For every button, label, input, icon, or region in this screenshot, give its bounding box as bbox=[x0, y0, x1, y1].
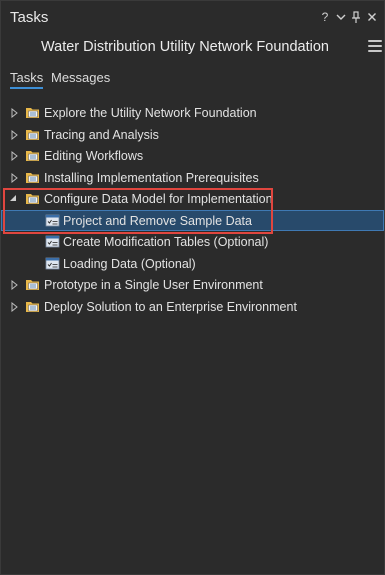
tree-group-tracing[interactable]: Tracing and Analysis bbox=[1, 125, 384, 146]
tree-group-editing[interactable]: Editing Workflows bbox=[1, 146, 384, 167]
task-item-title: Water Distribution Utility Network Found… bbox=[41, 39, 329, 55]
tree-group-prototype[interactable]: Prototype in a Single User Environment bbox=[1, 275, 384, 296]
tree-item-label: Explore the Utility Network Foundation bbox=[44, 106, 257, 120]
task-group-folder-icon bbox=[25, 191, 40, 206]
help-icon[interactable]: ? bbox=[318, 9, 332, 25]
pane-title-bar: Tasks ? bbox=[1, 1, 384, 33]
expand-arrow-icon[interactable] bbox=[11, 129, 19, 140]
tree-item-label: Deploy Solution to an Enterprise Environ… bbox=[44, 299, 297, 314]
tree-group-explore[interactable]: Explore the Utility Network Foundation bbox=[1, 103, 384, 124]
tree-group-configure-data-model[interactable]: Configure Data Model for Implementation bbox=[1, 189, 384, 210]
tree-item-label: Project and Remove Sample Data bbox=[63, 214, 252, 228]
tree-item-label: Tracing and Analysis bbox=[44, 127, 159, 142]
pane-title: Tasks bbox=[10, 9, 49, 26]
tree-item-label: Loading Data (Optional) bbox=[63, 256, 196, 271]
task-group-folder-icon bbox=[25, 299, 40, 314]
task-group-folder-icon bbox=[25, 105, 40, 120]
task-group-folder-icon bbox=[25, 170, 40, 185]
expand-arrow-icon[interactable] bbox=[11, 280, 19, 290]
close-icon[interactable] bbox=[365, 9, 379, 25]
pin-icon[interactable] bbox=[349, 9, 363, 25]
hamburger-menu-icon[interactable] bbox=[368, 40, 382, 54]
tab-messages[interactable]: Messages bbox=[51, 70, 110, 85]
tasks-pane: Tasks ? Water Distribution Utility Netwo… bbox=[0, 0, 385, 575]
task-icon bbox=[45, 213, 60, 228]
tree-task-project-remove-sample-data[interactable]: Project and Remove Sample Data bbox=[1, 210, 384, 231]
pane-options-icon[interactable] bbox=[334, 9, 348, 25]
expand-arrow-icon[interactable] bbox=[11, 172, 19, 183]
collapse-arrow-icon[interactable] bbox=[9, 194, 17, 204]
tree-group-prerequisites[interactable]: Installing Implementation Prerequisites bbox=[1, 168, 384, 189]
tree-item-label: Configure Data Model for Implementation bbox=[44, 192, 273, 206]
tree-item-label: Editing Workflows bbox=[44, 149, 144, 163]
tree-group-deploy-enterprise[interactable]: Deploy Solution to an Enterprise Environ… bbox=[1, 297, 384, 318]
tree-item-label: Create Modification Tables (Optional) bbox=[63, 235, 269, 249]
task-group-folder-icon bbox=[25, 127, 40, 142]
expand-arrow-icon[interactable] bbox=[11, 108, 19, 118]
tree-item-label: Installing Implementation Prerequisites bbox=[44, 170, 259, 185]
task-group-folder-icon bbox=[25, 277, 40, 292]
task-icon bbox=[45, 234, 60, 249]
task-icon bbox=[45, 256, 60, 271]
tree-task-loading-data[interactable]: Loading Data (Optional) bbox=[1, 254, 384, 275]
expand-arrow-icon[interactable] bbox=[11, 151, 19, 161]
tab-tasks[interactable]: Tasks bbox=[10, 70, 44, 89]
tree-item-label: Prototype in a Single User Environment bbox=[44, 278, 263, 292]
task-group-folder-icon bbox=[25, 148, 40, 163]
tree-task-create-modification-tables[interactable]: Create Modification Tables (Optional) bbox=[1, 232, 384, 253]
expand-arrow-icon[interactable] bbox=[11, 301, 19, 312]
